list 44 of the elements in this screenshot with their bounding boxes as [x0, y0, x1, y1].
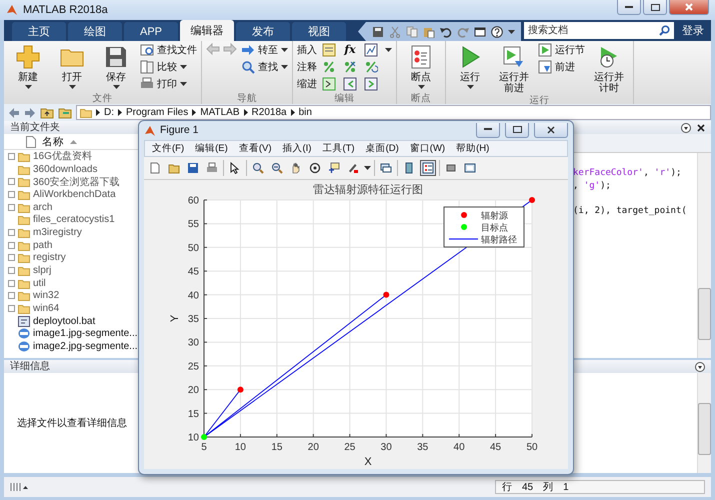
- tick-label: 20: [308, 442, 319, 453]
- tick-label: 35: [417, 442, 428, 453]
- group-label: 文件: [92, 93, 114, 104]
- legend-label: 辐射路径: [481, 236, 517, 246]
- code-line: , 'g');: [573, 180, 612, 192]
- status-value: 45: [522, 482, 534, 492]
- code-line: kerFaceColor', 'r');: [573, 167, 682, 180]
- status-label: 列: [543, 481, 554, 494]
- tick-label: 5: [201, 442, 207, 453]
- tick-label: 25: [344, 442, 356, 453]
- tick-label: 15: [188, 408, 199, 420]
- tick-label: 45: [188, 266, 199, 278]
- tick-label: 15: [271, 442, 282, 453]
- figure-title: Figure 1: [160, 124, 200, 136]
- tick-label: 40: [188, 290, 199, 302]
- status-label: 行: [502, 481, 512, 494]
- tick-label: 40: [454, 442, 465, 453]
- tick-label: 20: [188, 385, 199, 396]
- tick-label: 50: [188, 242, 199, 254]
- tick-label: 50: [526, 442, 538, 453]
- chart-title: 雷达辐射源特征运行图: [313, 183, 423, 196]
- panel-title: 当前文件夹: [10, 121, 61, 134]
- tick-label: 35: [188, 314, 199, 325]
- window-title: MATLAB R2018a: [23, 4, 109, 16]
- group-label: 运行: [528, 95, 550, 106]
- legend-label: 辐射源: [481, 212, 508, 222]
- legend-label: 目标点: [481, 224, 508, 234]
- details-message: 选择文件以查看详细信息: [17, 416, 127, 430]
- tick-label: 45: [490, 442, 502, 453]
- tick-label: 10: [188, 432, 199, 444]
- tick-label: 25: [188, 361, 199, 372]
- axis-label: Y: [169, 314, 181, 322]
- tick-label: 30: [188, 338, 199, 349]
- status-value: 1: [563, 482, 569, 492]
- axis-label: X: [364, 456, 372, 468]
- tick-label: 30: [380, 442, 392, 453]
- group-label: 断点: [410, 93, 432, 104]
- group-label: 编辑: [334, 93, 356, 104]
- group-label: 导航: [236, 93, 258, 104]
- tick-label: 10: [234, 442, 246, 453]
- tick-label: 60: [188, 196, 199, 206]
- panel-title: 详细信息: [10, 360, 51, 373]
- tick-label: 55: [188, 219, 199, 230]
- code-line: (i, 2), target_point(: [573, 204, 688, 217]
